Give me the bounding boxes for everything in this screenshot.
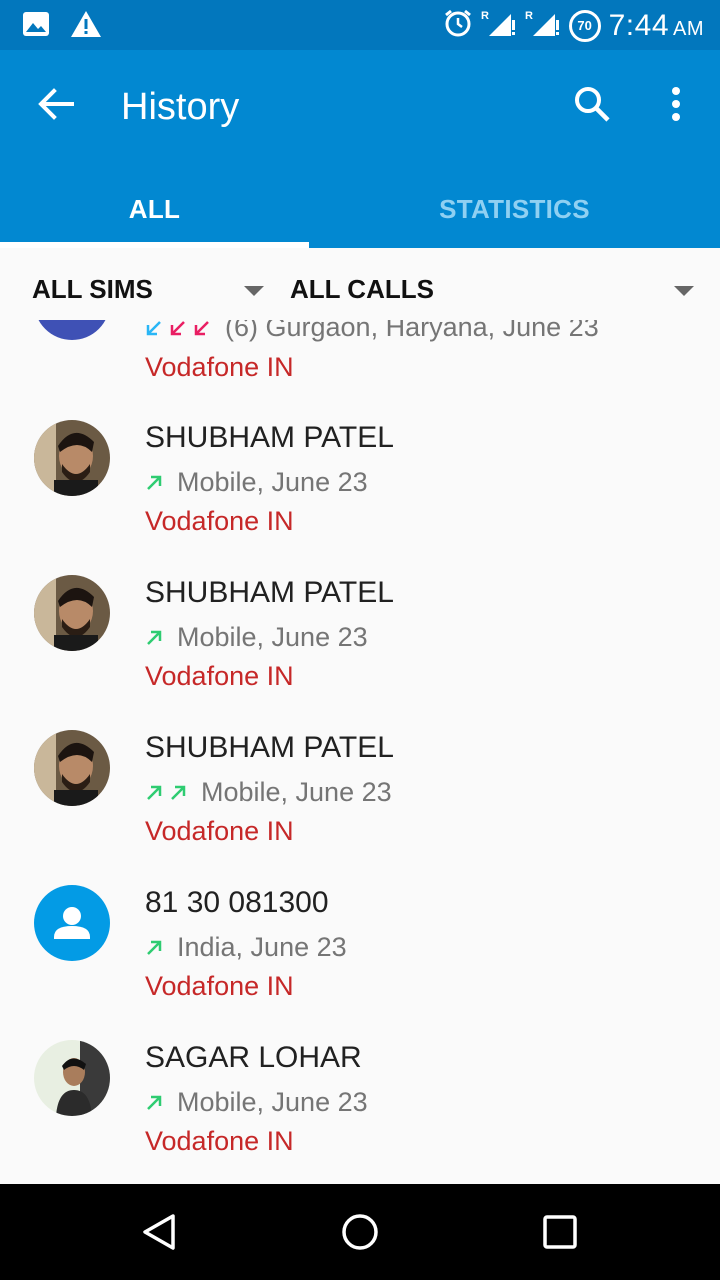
list-item[interactable]: 81 30 081300 India, June 23 Vodafone IN: [0, 868, 720, 1023]
call-type-icons: [145, 474, 163, 492]
search-button[interactable]: [566, 80, 618, 132]
contact-name: SAGAR LOHAR: [145, 1041, 362, 1074]
more-vert-icon: [670, 86, 682, 127]
avatar: [34, 730, 110, 806]
sim-label: Vodafone IN: [145, 971, 294, 1001]
chevron-down-icon[interactable]: [244, 286, 264, 296]
contact-name: SHUBHAM PATEL: [145, 576, 394, 609]
person-icon: [54, 907, 90, 939]
alarm-icon: [443, 8, 473, 43]
status-bar: R R 70 7:44 AM: [0, 0, 720, 50]
battery-icon: 70: [568, 9, 601, 42]
tab-all[interactable]: ALL: [0, 170, 309, 248]
avatar: [34, 885, 110, 961]
call-detail: Mobile, June 23: [145, 622, 368, 653]
call-detail: Mobile, June 23: [145, 777, 392, 808]
call-detail: India, June 23: [145, 932, 347, 963]
sim-filter-dropdown[interactable]: ALL SIMS: [32, 274, 153, 305]
signal-r-icon: R: [525, 8, 561, 43]
avatar: [34, 575, 110, 651]
outgoing-call-icon: [147, 785, 162, 800]
nav-recents-button[interactable]: [530, 1204, 590, 1260]
search-icon: [573, 85, 611, 128]
svg-text:R: R: [481, 10, 489, 22]
sim-label: Vodafone IN: [145, 816, 294, 846]
missed-call-icon: [170, 320, 185, 335]
sim-label: Vodafone IN: [145, 352, 294, 382]
avatar: [34, 1040, 110, 1116]
avatar: [34, 420, 110, 496]
call-type-icons: [145, 939, 163, 957]
outgoing-call-icon: [147, 1095, 162, 1110]
tab-statistics[interactable]: STATISTICS: [309, 170, 720, 248]
chevron-down-icon[interactable]: [674, 286, 694, 296]
arrow-back-icon: [38, 87, 74, 125]
contact-name: 81 30 081300: [145, 886, 329, 919]
call-history-list[interactable]: (6) Gurgaon, Haryana, June 23 Vodafone I…: [0, 248, 720, 1184]
call-detail: Mobile, June 23: [145, 467, 368, 498]
svg-text:R: R: [525, 10, 533, 22]
outgoing-call-icon: [171, 785, 186, 800]
sim-label: Vodafone IN: [145, 661, 294, 691]
nav-back-button[interactable]: [130, 1204, 190, 1260]
recents-icon: [543, 1215, 577, 1249]
call-type-icons: [145, 1094, 163, 1112]
call-type-filter-dropdown[interactable]: ALL CALLS: [290, 274, 434, 305]
list-item[interactable]: SHUBHAM PATEL Mobile, June 23 Vodafone I…: [0, 403, 720, 558]
call-type-icons: [145, 629, 163, 647]
contact-name: SHUBHAM PATEL: [145, 731, 394, 764]
incoming-call-icon: [146, 320, 161, 335]
system-nav-bar: [0, 1184, 720, 1280]
image-icon: [22, 11, 50, 42]
outgoing-call-icon: [147, 475, 162, 490]
sim-label: Vodafone IN: [145, 1126, 294, 1156]
back-button[interactable]: [30, 80, 82, 132]
list-item[interactable]: SAGAR LOHAR Mobile, June 23 Vodafone IN: [0, 1023, 720, 1178]
list-item[interactable]: SHUBHAM PATEL Mobile, June 23 Vodafone I…: [0, 713, 720, 868]
missed-call-icon: [194, 320, 209, 335]
contact-name: SHUBHAM PATEL: [145, 421, 394, 454]
outgoing-call-icon: [147, 940, 162, 955]
warning-icon: [70, 10, 102, 43]
call-detail: Mobile, June 23: [145, 1087, 368, 1118]
back-icon: [143, 1214, 175, 1250]
signal-r-icon: R: [481, 8, 517, 43]
page-title: History: [121, 86, 240, 128]
call-type-icons: [145, 319, 211, 337]
home-icon: [342, 1214, 378, 1250]
list-item[interactable]: SHUBHAM PATEL Mobile, June 23 Vodafone I…: [0, 558, 720, 713]
nav-home-button[interactable]: [330, 1204, 390, 1260]
clock: 7:44 AM: [608, 8, 704, 42]
outgoing-call-icon: [147, 630, 162, 645]
call-type-icons: [145, 784, 187, 802]
filter-bar: ALL SIMS ALL CALLS: [0, 248, 720, 320]
app-bar: History ALL STATISTICS: [0, 50, 720, 248]
more-button[interactable]: [650, 80, 702, 132]
sim-label: Vodafone IN: [145, 506, 294, 536]
